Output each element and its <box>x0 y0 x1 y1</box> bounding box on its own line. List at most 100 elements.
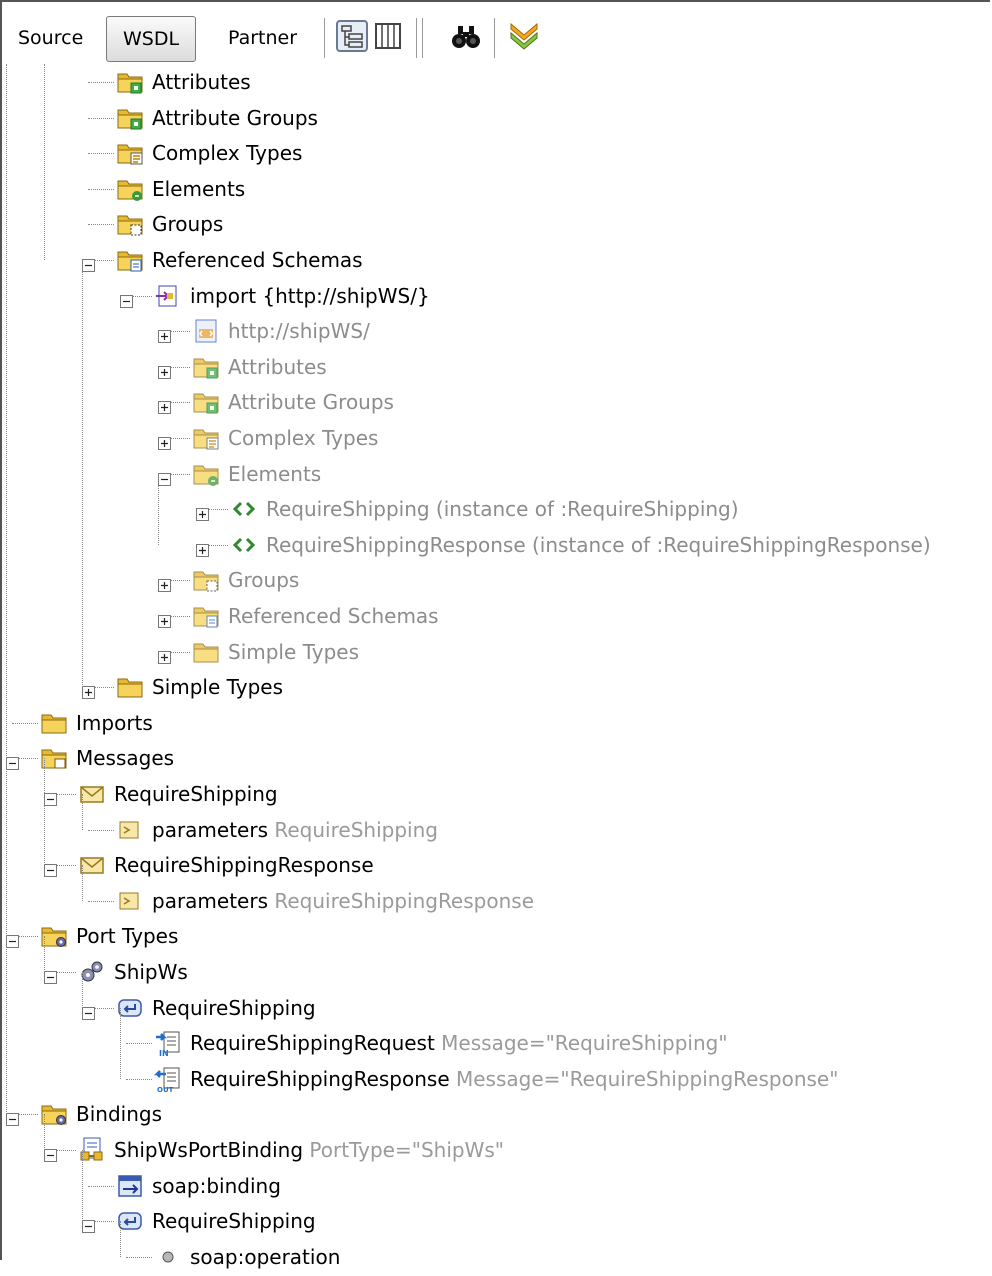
tree-node[interactable]: Simple Types <box>2 634 987 670</box>
tree-node[interactable]: RequireShipping <box>2 776 987 812</box>
expand-icon[interactable] <box>158 431 171 450</box>
tree-node-label: RequireShippingRequest Message="RequireS… <box>190 1031 728 1056</box>
collapse-icon[interactable] <box>44 1143 57 1162</box>
soap-icon <box>116 1172 144 1200</box>
schema-icon <box>192 317 220 345</box>
tree-node[interactable]: Referenced Schemas <box>2 598 987 634</box>
tree-node-detail: RequireShipping <box>268 817 438 842</box>
tree-node-label: Groups <box>152 212 224 237</box>
tree-node[interactable]: Attributes <box>2 64 987 100</box>
tree-node[interactable]: Groups <box>2 206 987 242</box>
tree-node-label: Attributes <box>152 70 251 94</box>
source-tab[interactable]: Source <box>18 16 83 60</box>
tree-connector <box>12 722 38 724</box>
tree-guide <box>82 260 83 688</box>
collapse-icon[interactable] <box>44 965 57 984</box>
tree-node[interactable]: Bindings <box>2 1096 987 1132</box>
tree-node[interactable]: Messages <box>2 740 987 776</box>
expand-icon[interactable] <box>158 645 171 664</box>
output-icon: OUT <box>153 1065 182 1094</box>
folder-icon <box>116 246 144 274</box>
tree-node[interactable]: Elements <box>2 171 987 207</box>
tree-node-label: RequireShipping <box>152 1209 316 1234</box>
tree-node[interactable]: import {http://shipWS/} <box>2 278 987 314</box>
tree-view-icon[interactable] <box>336 20 368 52</box>
collapse-icon[interactable] <box>6 929 19 949</box>
tree-node-label: soap:binding <box>152 1173 281 1198</box>
tree-node-label: Bindings <box>76 1102 162 1127</box>
tree-node-label: RequireShipping (instance of :RequireShi… <box>266 497 739 522</box>
tree-node[interactable]: RequireShippingResponse (instance of :Re… <box>2 527 987 563</box>
tree-node[interactable]: parameters RequireShippingResponse <box>2 883 987 919</box>
chevron-down-icon[interactable] <box>508 20 540 52</box>
collapse-icon[interactable] <box>44 787 57 806</box>
wsdl-tab[interactable]: WSDL <box>106 16 197 62</box>
tree-node-label: Referenced Schemas <box>152 248 363 272</box>
tree-node[interactable]: Attribute Groups <box>2 100 987 136</box>
tree-node[interactable]: soap:operation <box>2 1239 987 1275</box>
expand-icon[interactable] <box>158 324 171 344</box>
toolbar: Source WSDL Partner <box>2 2 992 64</box>
expand-icon[interactable] <box>158 360 171 379</box>
folder-icon <box>40 709 68 737</box>
tree-node[interactable]: IN RequireShippingRequest Message="Requir… <box>2 1025 987 1061</box>
expand-icon[interactable] <box>196 502 209 522</box>
tree-guide <box>82 794 83 830</box>
binoculars-icon[interactable] <box>450 20 482 52</box>
tree-guide <box>120 1007 121 1079</box>
tree-node[interactable]: Simple Types <box>2 669 987 705</box>
tree-connector <box>88 82 114 83</box>
svg-text:OUT: OUT <box>157 1086 174 1093</box>
tree-guide <box>82 865 83 901</box>
tree-node[interactable]: ShipWsPortBinding PortType="ShipWs" <box>2 1132 987 1168</box>
expand-icon[interactable] <box>158 609 171 628</box>
tree-node-label: Messages <box>76 746 175 771</box>
tree-node[interactable]: Attributes <box>2 349 987 385</box>
tree-node[interactable]: Imports <box>2 705 987 741</box>
tree-guide <box>82 1150 83 1222</box>
expand-icon[interactable] <box>158 573 171 593</box>
collapse-icon[interactable] <box>82 1001 95 1020</box>
tree-node[interactable]: RequireShipping <box>2 1203 987 1239</box>
tree-node[interactable]: Attribute Groups <box>2 384 987 420</box>
tree-node[interactable]: OUT RequireShippingResponse Message="Requ… <box>2 1061 987 1097</box>
collapse-icon[interactable] <box>82 253 95 272</box>
tree-node[interactable]: RequireShippingResponse <box>2 847 987 883</box>
tree-node[interactable]: RequireShipping <box>2 990 987 1026</box>
tree-node-label: Imports <box>76 710 153 735</box>
tree-connector <box>88 188 114 190</box>
tree-node[interactable]: Port Types <box>2 918 987 954</box>
toolbar-separator <box>324 18 325 58</box>
collapse-icon[interactable] <box>120 289 133 308</box>
folder-icon <box>116 210 144 238</box>
tree-node[interactable]: Complex Types <box>2 135 987 171</box>
collapse-icon[interactable] <box>158 467 171 486</box>
tree-connector <box>88 153 114 155</box>
toolbar-separator <box>416 18 417 58</box>
collapse-icon[interactable] <box>44 858 57 878</box>
tree-node-detail: Message="RequireShippingResponse" <box>449 1066 839 1091</box>
expand-icon[interactable] <box>196 538 209 557</box>
tree-node[interactable]: parameters RequireShipping <box>2 812 987 848</box>
tree-node[interactable]: Referenced Schemas <box>2 242 987 278</box>
tree-guide <box>44 64 45 260</box>
tree-guide <box>44 758 45 866</box>
collapse-icon[interactable] <box>6 751 19 771</box>
tree-node[interactable]: RequireShipping (instance of :RequireShi… <box>2 491 987 527</box>
expand-icon[interactable] <box>158 395 171 415</box>
tree-node[interactable]: Complex Types <box>2 420 987 456</box>
tree-node[interactable]: soap:binding <box>2 1168 987 1204</box>
folder-icon <box>192 460 220 488</box>
partner-tab[interactable]: Partner <box>228 16 297 60</box>
tree-connector <box>88 224 114 226</box>
collapse-icon[interactable] <box>6 1107 19 1127</box>
tree-node[interactable]: Groups <box>2 562 987 598</box>
column-view-icon[interactable] <box>372 20 404 52</box>
expand-icon[interactable] <box>82 680 95 700</box>
collapse-icon[interactable] <box>82 1214 95 1234</box>
tree-node[interactable]: http://shipWS/ <box>2 313 987 349</box>
tree-guide <box>158 473 159 545</box>
tree-node[interactable]: ShipWs <box>2 954 987 990</box>
tree-node[interactable]: Elements <box>2 456 987 492</box>
tree-connector <box>88 829 114 831</box>
